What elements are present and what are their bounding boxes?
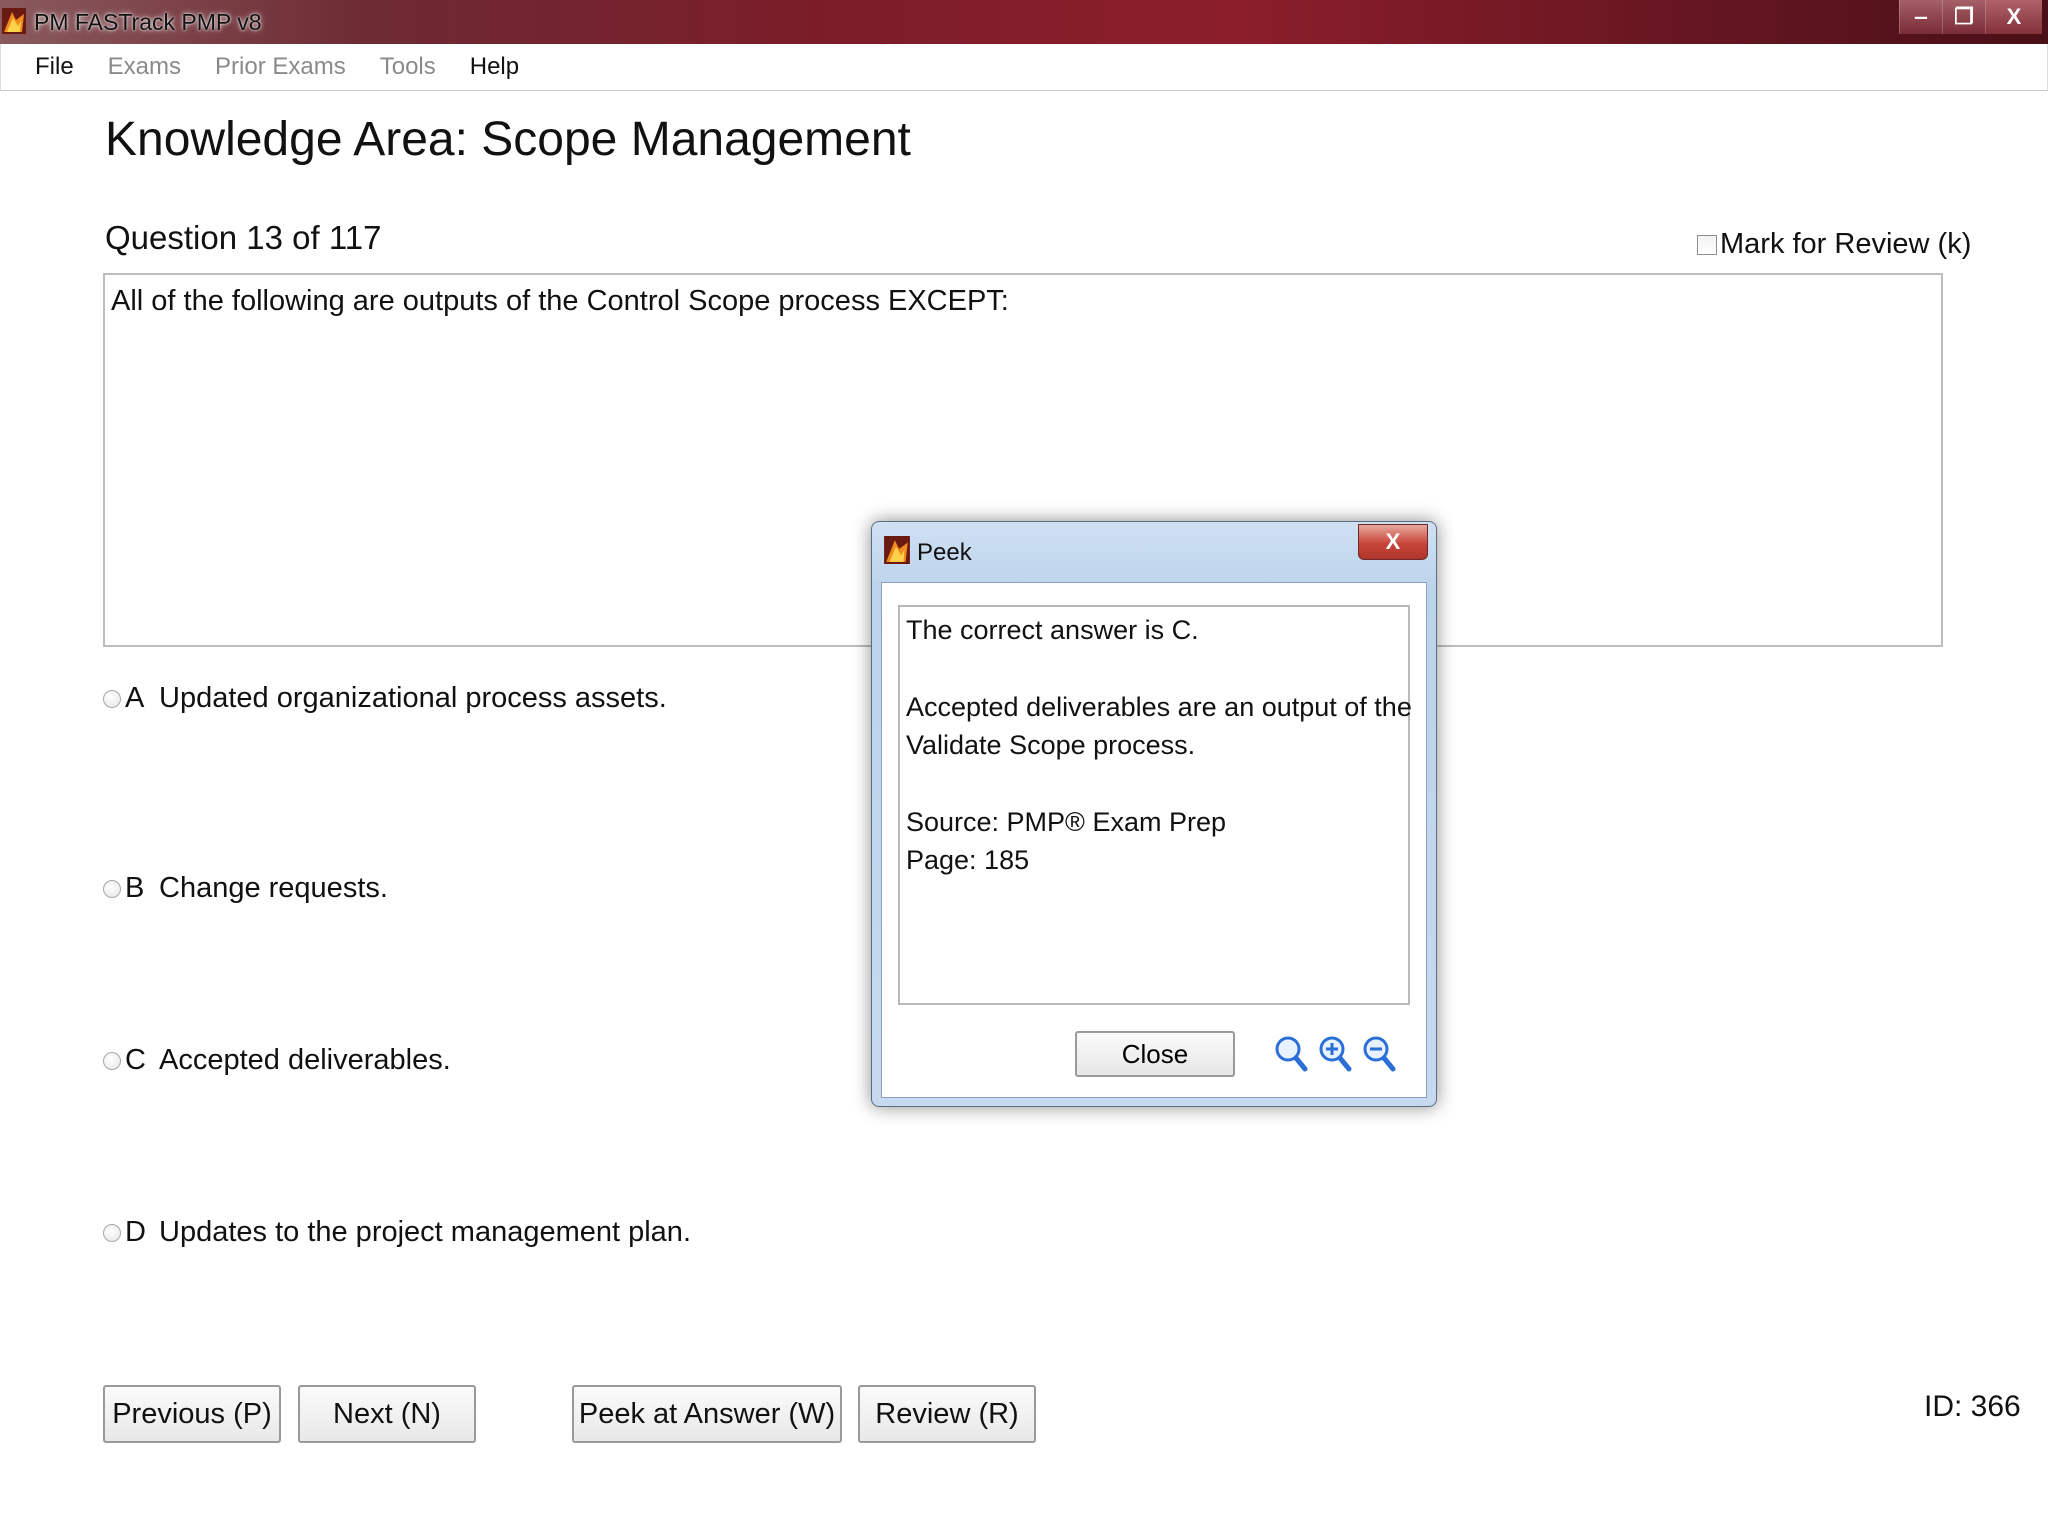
page-title: Knowledge Area: Scope Management xyxy=(105,113,911,166)
review-button[interactable]: Review (R) xyxy=(858,1385,1036,1443)
zoom-in-icon[interactable] xyxy=(1317,1034,1353,1074)
close-icon: X xyxy=(1385,529,1401,554)
window-close-button[interactable]: X xyxy=(1985,0,2042,34)
peek-at-answer-button[interactable]: Peek at Answer (W) xyxy=(572,1385,842,1443)
menu-bar: File Exams Prior Exams Tools Help xyxy=(0,44,2048,91)
option-letter: A xyxy=(125,682,145,714)
option-d[interactable]: D Updates to the project management plan… xyxy=(103,1216,691,1249)
app-logo-icon xyxy=(884,536,910,564)
dialog-title: Peek xyxy=(917,539,972,566)
magnifier-icon[interactable] xyxy=(1273,1034,1309,1074)
title-bar: PM FASTrack PMP v8 ‒ ❐ X xyxy=(0,0,2048,44)
option-b[interactable]: B Change requests. xyxy=(103,872,388,905)
menu-prior-exams[interactable]: Prior Exams xyxy=(198,53,363,81)
option-letter: D xyxy=(125,1216,146,1248)
option-text: Updates to the project management plan. xyxy=(159,1216,691,1248)
mark-for-review-label: Mark for Review (k) xyxy=(1720,228,1972,260)
window-controls: ‒ ❐ X xyxy=(1899,0,2042,36)
answer-line: Page: 185 xyxy=(906,845,1030,875)
previous-button[interactable]: Previous (P) xyxy=(103,1385,281,1443)
option-text: Updated organizational process assets. xyxy=(159,682,667,714)
app-logo-icon xyxy=(2,8,26,34)
radio-button[interactable] xyxy=(103,1223,121,1242)
restore-button[interactable]: ❐ xyxy=(1942,0,1985,34)
menu-help[interactable]: Help xyxy=(453,53,536,81)
radio-button[interactable] xyxy=(103,1051,121,1070)
next-button[interactable]: Next (N) xyxy=(298,1385,476,1443)
dialog-content: The correct answer is C. Accepted delive… xyxy=(881,582,1427,1098)
option-text: Accepted deliverables. xyxy=(159,1044,451,1076)
minimize-icon: ‒ xyxy=(1914,4,1928,29)
restore-icon: ❐ xyxy=(1954,4,1974,29)
dialog-close-button[interactable]: X xyxy=(1358,524,1428,560)
question-id: ID: 366 xyxy=(1924,1390,2021,1423)
radio-button[interactable] xyxy=(103,689,121,708)
close-icon: X xyxy=(2006,4,2022,29)
option-a[interactable]: A Updated organizational process assets. xyxy=(103,682,667,715)
option-letter: C xyxy=(125,1044,146,1076)
menu-file[interactable]: File xyxy=(1,53,91,81)
peek-dialog: Peek X The correct answer is C. Accepted… xyxy=(871,521,1437,1107)
answer-line: Source: PMP® Exam Prep xyxy=(906,807,1227,837)
zoom-out-icon[interactable] xyxy=(1361,1034,1397,1074)
answer-line: Validate Scope process. xyxy=(906,730,1196,760)
option-text: Change requests. xyxy=(159,872,388,904)
answer-line: The correct answer is C. xyxy=(906,615,1199,645)
option-letter: B xyxy=(125,872,145,904)
option-c[interactable]: C Accepted deliverables. xyxy=(103,1044,451,1077)
menu-tools[interactable]: Tools xyxy=(363,53,453,81)
checkbox-box[interactable] xyxy=(1697,234,1717,255)
minimize-button[interactable]: ‒ xyxy=(1899,0,1942,34)
answer-line: Accepted deliverables are an output of t… xyxy=(906,692,1412,722)
mark-for-review-checkbox[interactable]: Mark for Review (k) xyxy=(1697,228,1971,261)
window-title: PM FASTrack PMP v8 xyxy=(34,9,262,35)
app-window: PM FASTrack PMP v8 ‒ ❐ X File Exams Prio… xyxy=(0,0,2048,1536)
question-text: All of the following are outputs of the … xyxy=(111,285,1009,317)
question-counter: Question 13 of 117 xyxy=(105,219,382,256)
radio-button[interactable] xyxy=(103,879,121,898)
menu-exams[interactable]: Exams xyxy=(91,53,198,81)
answer-text-area: The correct answer is C. Accepted delive… xyxy=(898,605,1412,1005)
dialog-close-text-button[interactable]: Close xyxy=(1075,1031,1235,1077)
